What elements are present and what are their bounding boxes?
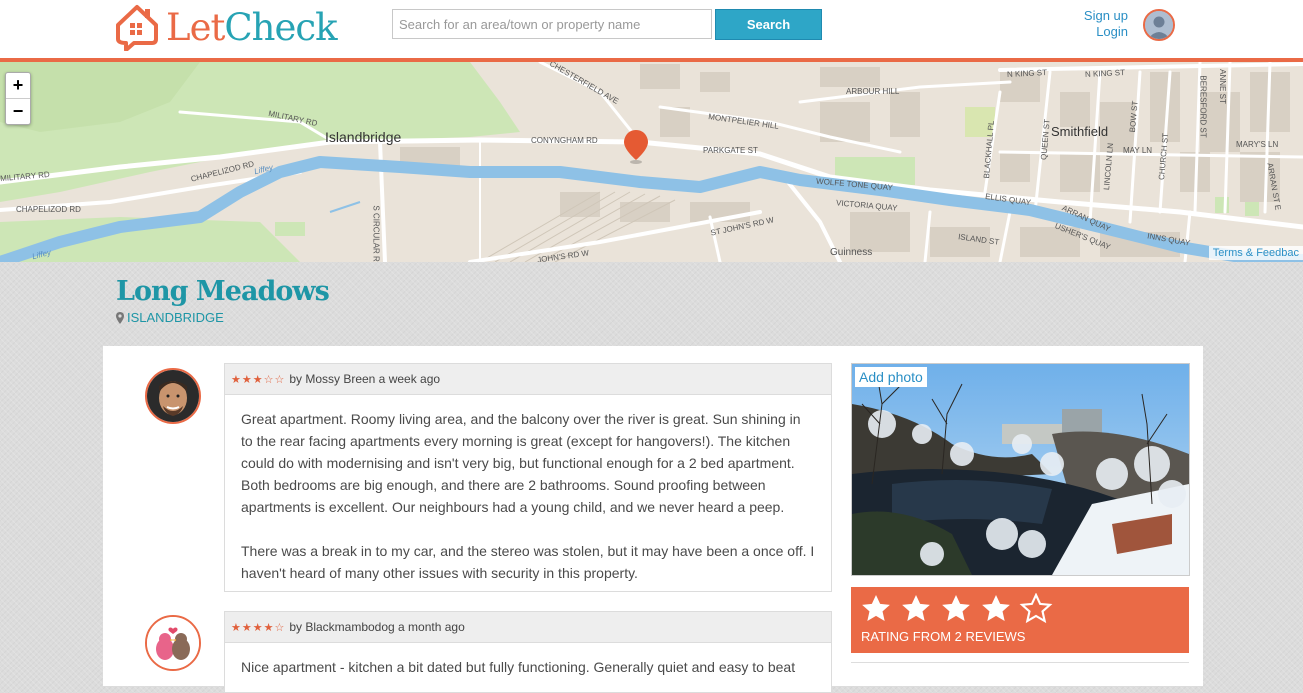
map-label-chapelizod-rd-2: CHAPELIZOD RD — [16, 205, 81, 214]
lovebirds-icon — [147, 617, 199, 669]
logo-let: Let — [166, 5, 225, 49]
review-header: ★★★★☆ by Blackmambodog a month ago — [225, 612, 831, 643]
review-paragraph: Nice apartment - kitchen a bit dated but… — [241, 659, 796, 675]
user-avatar[interactable] — [1143, 9, 1175, 41]
reviewer-avatar[interactable] — [145, 368, 201, 424]
star-filled-icon — [982, 595, 1010, 621]
map-marker-icon — [624, 130, 648, 164]
star-empty-icon — [1019, 593, 1053, 624]
review-paragraph: Great apartment. Roomy living area, and … — [241, 411, 801, 515]
rating-stars: ★★★★☆ — [231, 621, 286, 634]
map-label-s-circular-rd: S CIRCULAR RD — [371, 205, 381, 262]
reviewer-avatar[interactable] — [145, 615, 201, 671]
star-filled-icon — [942, 595, 970, 621]
review-card: ★★★★☆ by Blackmambodog a month ago Nice … — [224, 611, 832, 693]
map-label-beresford-st: BERESFORD ST — [1198, 75, 1208, 138]
header: LetCheck Search Sign up Login — [0, 0, 1303, 62]
review-body: Nice apartment - kitchen a bit dated but… — [225, 643, 831, 688]
rating-stars: ★★★☆☆ — [231, 373, 286, 386]
map-label-smithfield: Smithfield — [1051, 124, 1109, 139]
snowy-river-photo — [852, 364, 1189, 575]
logo-check: Check — [224, 5, 337, 49]
rating-summary: RATING FROM 2 REVIEWS — [861, 629, 1026, 644]
logo-text: LetCheck — [166, 5, 338, 49]
signup-link[interactable]: Sign up — [1084, 8, 1128, 24]
divider — [851, 662, 1189, 668]
map-label-may-ln: MAY LN — [1123, 146, 1153, 155]
property-location-label: ISLANDBRIDGE — [127, 310, 224, 325]
map-label-anne-st: ANNE ST — [1217, 69, 1227, 104]
property-title: Long Meadows — [116, 276, 330, 307]
map-label-marys-ln: MARY'S LN — [1236, 140, 1279, 149]
reviewer-face-icon — [147, 370, 199, 422]
overall-rating-box: RATING FROM 2 REVIEWS — [851, 587, 1189, 653]
map-label-parkgate-st: PARKGATE ST — [703, 146, 758, 155]
star-filled-icon — [862, 595, 890, 621]
auth-links: Sign up Login — [1084, 8, 1128, 40]
review-header: ★★★☆☆ by Mossy Breen a week ago — [225, 364, 831, 395]
star-filled-icon — [902, 595, 930, 621]
login-link[interactable]: Login — [1084, 24, 1128, 40]
review-paragraph: There was a break in to my car, and the … — [241, 543, 815, 581]
map[interactable]: Islandbridge Smithfield Guinness MILITAR… — [0, 62, 1303, 262]
property-location[interactable]: ISLANDBRIDGE — [116, 310, 224, 325]
zoom-controls: + − — [5, 72, 31, 125]
location-pin-icon — [116, 311, 124, 324]
user-silhouette-icon — [1145, 11, 1173, 39]
search-input[interactable] — [392, 9, 712, 39]
search-button[interactable]: Search — [715, 9, 822, 40]
review-body: Great apartment. Roomy living area, and … — [225, 395, 831, 591]
terms-feedback-link[interactable]: Terms & Feedbac — [1208, 246, 1303, 260]
house-chat-icon — [116, 5, 158, 51]
map-label-islandbridge: Islandbridge — [325, 129, 402, 145]
logo[interactable]: LetCheck — [114, 2, 338, 52]
map-label-arbour-hill: ARBOUR HILL — [846, 87, 900, 96]
zoom-out-button[interactable]: − — [6, 98, 30, 124]
review-card: ★★★☆☆ by Mossy Breen a week ago Great ap… — [224, 363, 832, 592]
zoom-in-button[interactable]: + — [6, 73, 30, 98]
review-byline: by Mossy Breen a week ago — [289, 372, 441, 386]
overall-rating-stars — [859, 593, 1059, 625]
review-byline: by Blackmambodog a month ago — [289, 620, 465, 634]
property-photo[interactable] — [851, 363, 1190, 576]
map-label-guinness: Guinness — [830, 247, 873, 258]
map-label-conyngham-rd: CONYNGHAM RD — [531, 136, 598, 145]
add-photo-button[interactable]: Add photo — [855, 367, 927, 387]
